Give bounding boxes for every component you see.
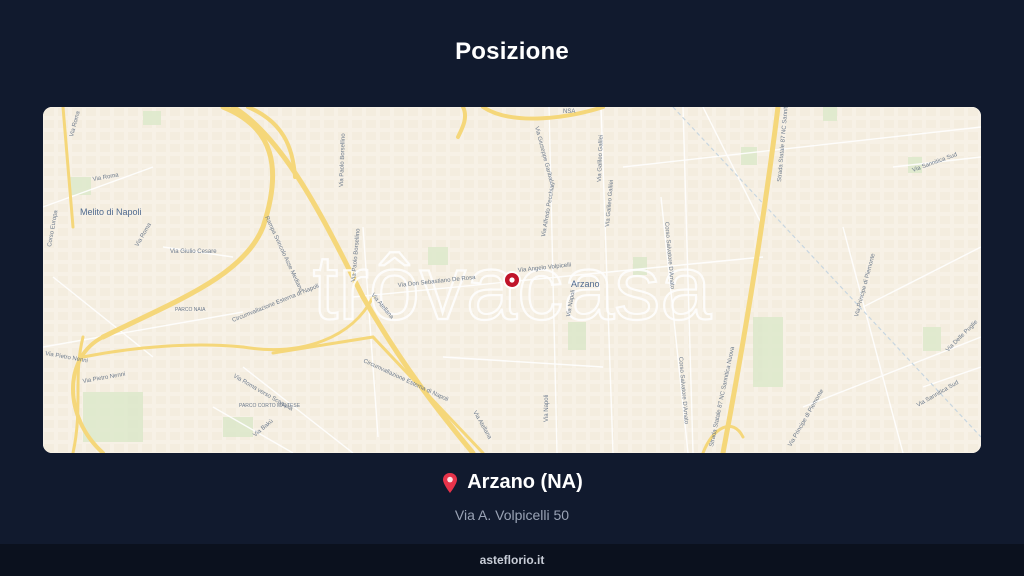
- footer-site: asteflorio.it: [0, 544, 1024, 576]
- location-info: Arzano (NA) Via A. Volpicelli 50: [0, 471, 1024, 523]
- map-label-arzano: Arzano: [571, 279, 600, 289]
- map-label-melito: Melito di Napoli: [80, 207, 142, 217]
- map-label-via-napoli-2: Via Napoli: [544, 395, 550, 422]
- location-marker[interactable]: [503, 271, 521, 289]
- page-title: Posizione: [455, 38, 569, 65]
- map-label-nsa: NSA: [563, 109, 575, 115]
- pin-icon: [443, 472, 458, 493]
- map-label-via-giulio-cesare: Via Giulio Cesare: [170, 249, 217, 255]
- map-label-parco-corto: PARCO CORTO MALTESE: [239, 403, 301, 409]
- map-view[interactable]: trôvacasa Melito di Napoli Arzano Via Ro…: [43, 107, 981, 453]
- map-label-parco-naia: PARCO NAIA: [175, 307, 206, 313]
- map-canvas[interactable]: trôvacasa Melito di Napoli Arzano Via Ro…: [43, 107, 981, 453]
- location-address: Via A. Volpicelli 50: [454, 506, 570, 523]
- location-name: Arzano (NA): [467, 471, 583, 493]
- location-name-row: Arzano (NA): [441, 471, 583, 494]
